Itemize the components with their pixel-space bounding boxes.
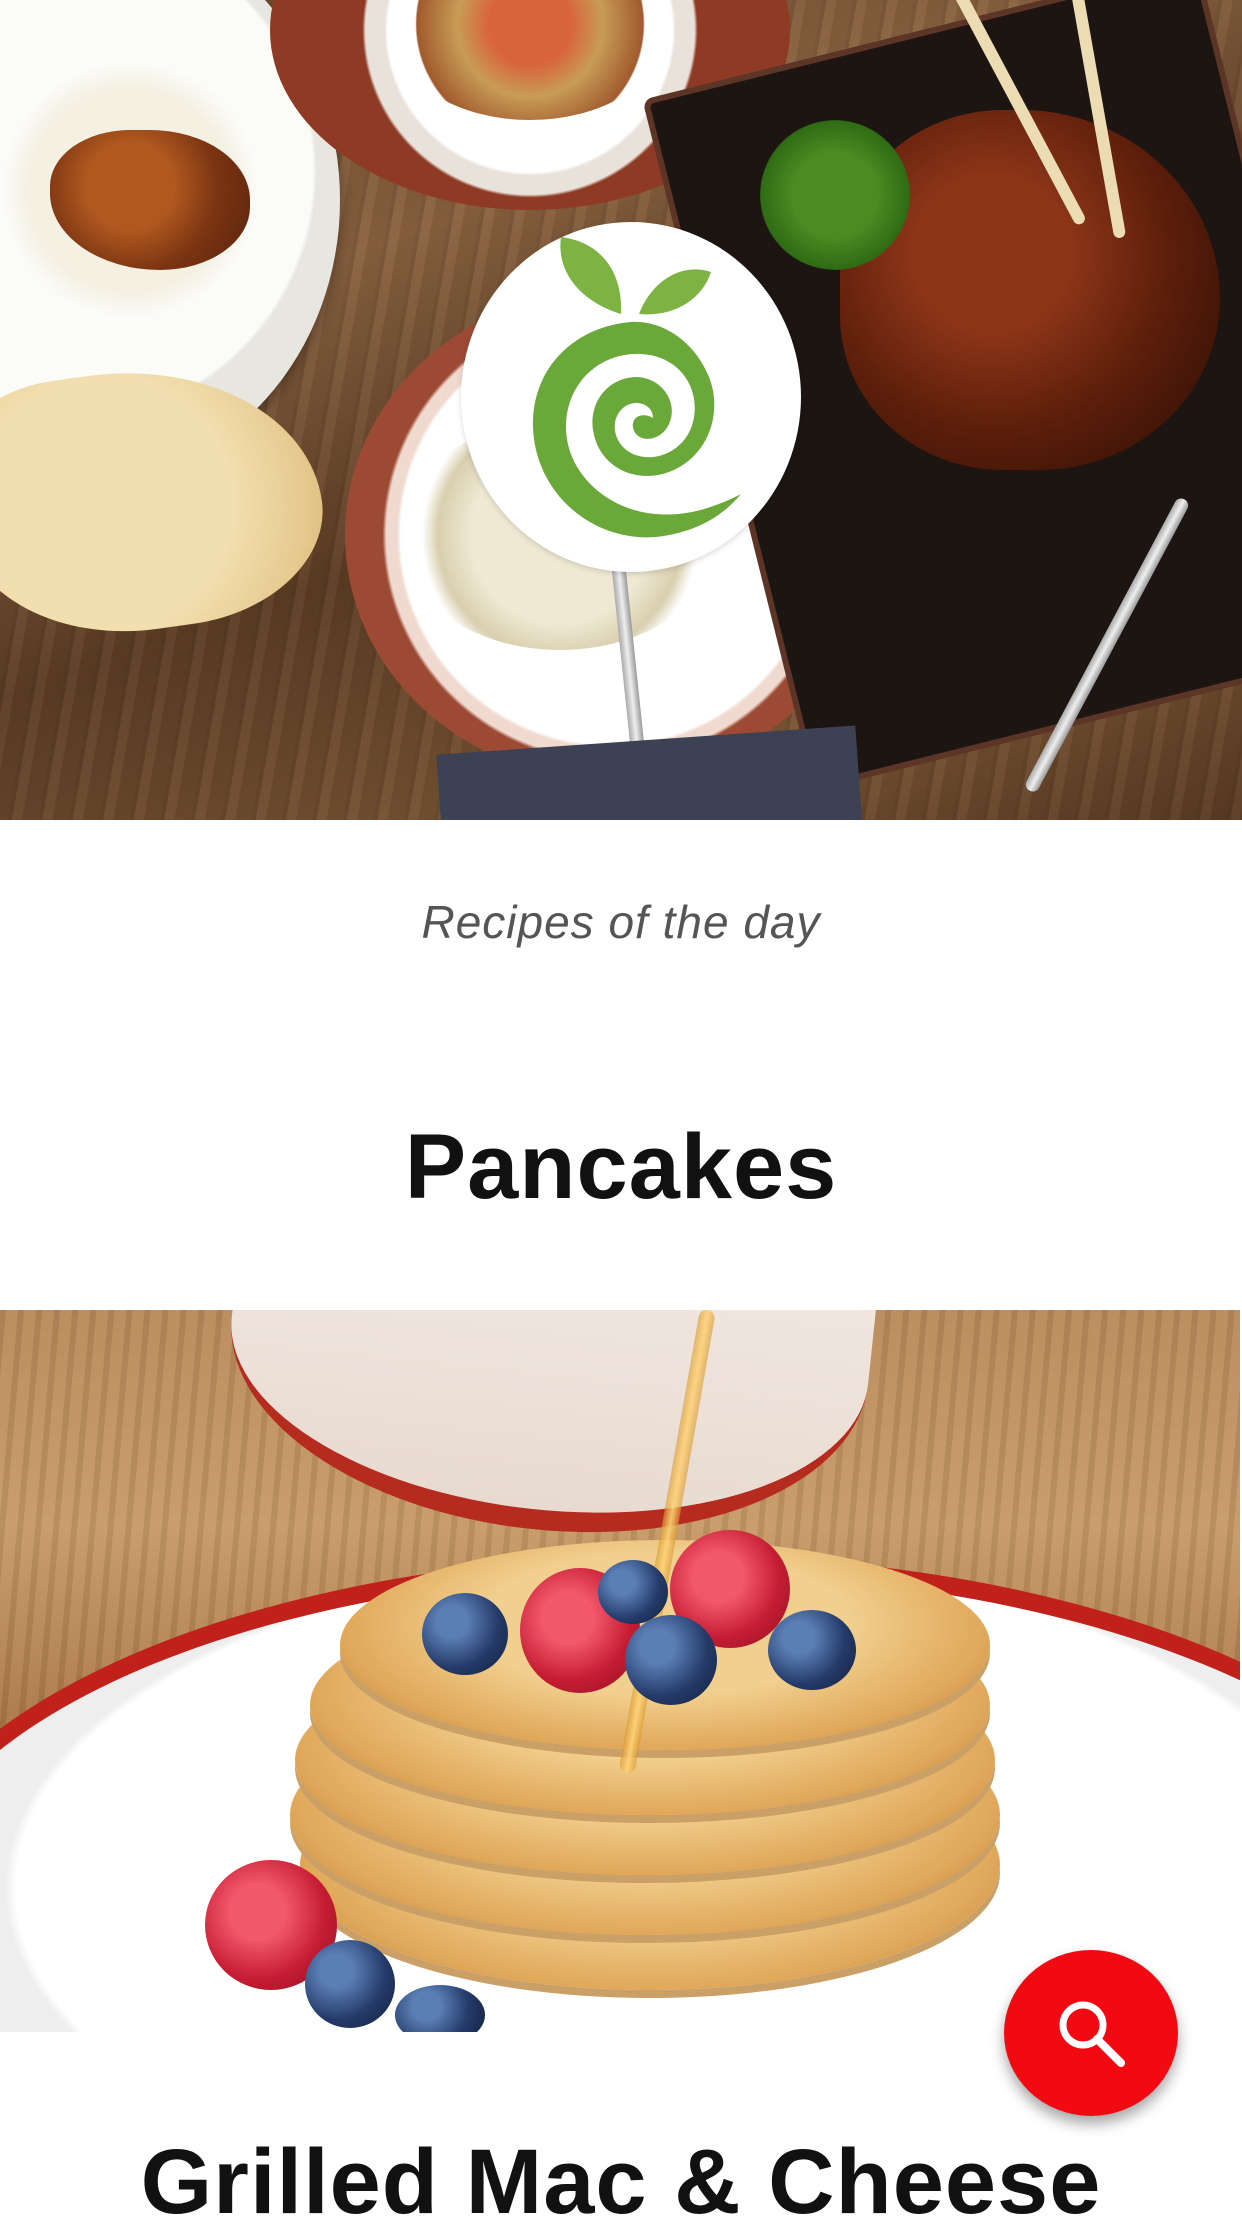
parsley-garnish [760,120,910,270]
blueberry [768,1610,856,1690]
recipe-title[interactable]: Pancakes [0,1115,1242,1220]
blueberry [305,1940,395,2028]
search-button[interactable] [1004,1950,1178,2116]
recipe-title[interactable]: Grilled Mac & Cheese [0,2130,1242,2235]
leaf-spiral-logo-icon [532,237,741,538]
blueberry [625,1615,717,1705]
brand-logo [461,222,801,572]
recipe-image[interactable] [0,1310,1240,2032]
section-subtitle: Recipes of the day [421,896,821,948]
search-icon [1059,2001,1125,2067]
blueberry [598,1560,668,1624]
hero-image [0,0,1242,820]
blueberry [422,1593,508,1675]
